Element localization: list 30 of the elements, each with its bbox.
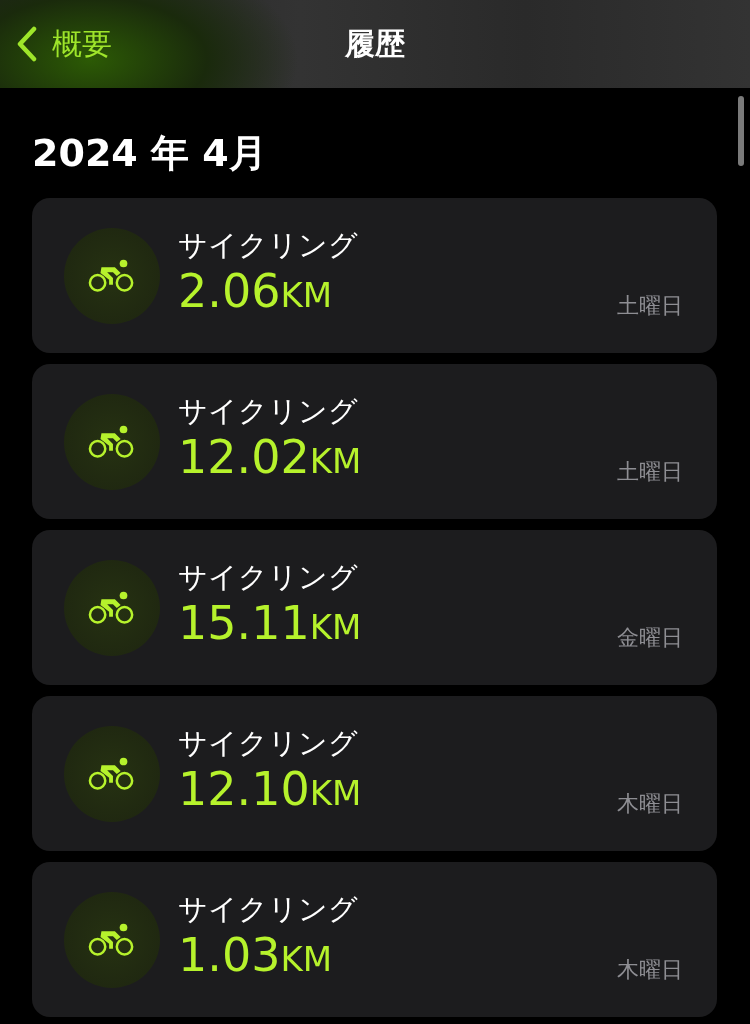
cyclist-icon	[88, 590, 136, 625]
workout-day: 金曜日	[617, 623, 683, 653]
workout-card[interactable]: サイクリング 12.02 KM 土曜日	[32, 364, 717, 519]
workout-distance: 12.02 KM	[178, 432, 362, 483]
workout-type: サイクリング	[178, 891, 358, 929]
cyclist-icon	[88, 424, 136, 459]
cyclist-icon	[88, 756, 136, 791]
cyclist-icon	[88, 258, 136, 293]
cyclist-icon	[88, 922, 136, 957]
scroll-indicator	[738, 96, 744, 166]
workout-distance: 2.06KM	[178, 266, 334, 317]
workout-day: 土曜日	[617, 457, 683, 487]
workout-day: 木曜日	[617, 789, 683, 819]
workout-card[interactable]: サイクリング 12.10KM 木曜日	[32, 696, 717, 851]
back-button[interactable]: 概要	[0, 22, 118, 66]
workout-card[interactable]: サイクリング 2.06KM 土曜日	[32, 198, 717, 353]
workout-day: 土曜日	[617, 291, 683, 321]
workout-type: サイクリング	[178, 227, 358, 265]
month-heading: 2024 年 4月	[32, 130, 267, 177]
workout-type: サイクリング	[178, 725, 359, 763]
workout-day: 木曜日	[617, 955, 683, 985]
workout-card[interactable]: サイクリング 1.03KM 木曜日	[32, 862, 717, 1017]
screen-title: 履歴	[345, 25, 405, 61]
workout-distance: 15.11 KM	[178, 598, 362, 649]
workout-distance: 12.10KM	[178, 764, 362, 815]
workout-distance: 1.03KM	[178, 930, 334, 981]
workout-type: サイクリング	[178, 559, 359, 597]
back-chevron-icon	[16, 26, 38, 62]
workout-type: サイクリング	[178, 393, 359, 431]
workout-card[interactable]: サイクリング 15.11 KM 金曜日	[32, 530, 717, 685]
